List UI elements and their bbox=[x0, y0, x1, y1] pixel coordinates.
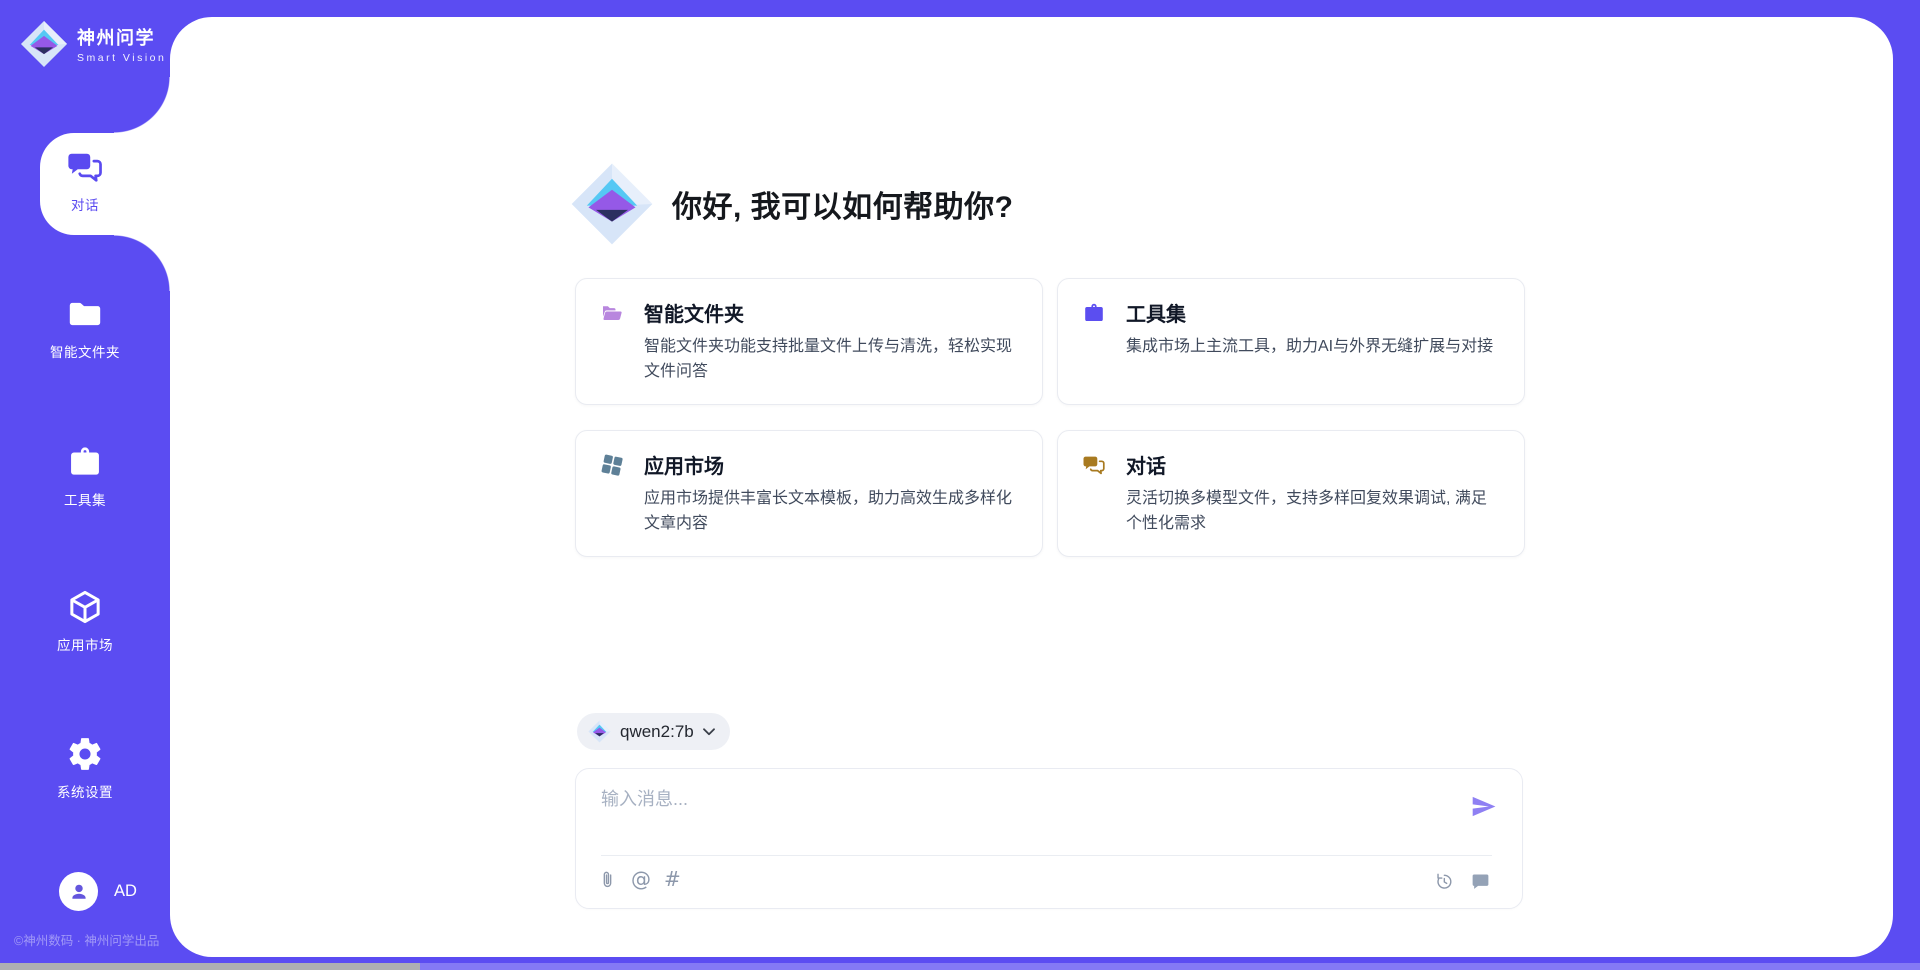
grid-icon bbox=[600, 453, 624, 477]
user-profile[interactable]: AD bbox=[59, 872, 137, 911]
app-root: 神州问学 Smart Vision 对话 智能文件夹 工具集 bbox=[0, 0, 1920, 970]
folder-open-icon bbox=[600, 301, 624, 325]
brand: 神州问学 Smart Vision bbox=[20, 20, 166, 68]
card-title: 对话 bbox=[1126, 450, 1166, 479]
chat-icon bbox=[66, 148, 104, 186]
attach-button[interactable] bbox=[597, 869, 618, 890]
sidebar-item-label: 工具集 bbox=[0, 489, 170, 509]
toolbox-icon bbox=[66, 443, 104, 481]
brand-subtitle: Smart Vision bbox=[77, 52, 166, 64]
sidebar-item-label: 系统设置 bbox=[0, 781, 170, 801]
user-initials: AD bbox=[114, 882, 137, 901]
brand-text: 神州问学 Smart Vision bbox=[77, 24, 166, 64]
sidebar-item-smart-folder[interactable]: 智能文件夹 bbox=[0, 295, 170, 361]
horizontal-scrollbar[interactable] bbox=[0, 963, 1920, 970]
model-logo-icon bbox=[588, 720, 611, 743]
sidebar-item-toolbox[interactable]: 工具集 bbox=[0, 443, 170, 509]
person-icon bbox=[67, 880, 91, 904]
hash-button[interactable]: # bbox=[664, 869, 681, 890]
history-button[interactable] bbox=[1434, 871, 1455, 892]
message-input[interactable] bbox=[599, 783, 1443, 843]
send-button[interactable] bbox=[1470, 793, 1497, 820]
card-title: 工具集 bbox=[1126, 298, 1186, 327]
sidebar-item-label: 智能文件夹 bbox=[0, 341, 170, 361]
greeting: 你好, 我可以如何帮助你? bbox=[570, 161, 1014, 247]
composer-tools-left: @ # bbox=[597, 869, 681, 890]
scrollbar-thumb[interactable] bbox=[0, 963, 420, 970]
card-title: 应用市场 bbox=[644, 450, 724, 479]
model-selector[interactable]: qwen2:7b bbox=[577, 713, 730, 750]
message-composer: @ # bbox=[575, 768, 1523, 909]
card-title: 智能文件夹 bbox=[644, 298, 744, 327]
brand-logo-icon bbox=[20, 20, 68, 68]
feature-cards: 智能文件夹 智能文件夹功能支持批量文件上传与清洗，轻松实现文件问答 工具集 集成… bbox=[575, 278, 1525, 557]
greeting-text: 你好, 我可以如何帮助你? bbox=[672, 182, 1014, 226]
sidebar: 神州问学 Smart Vision 对话 智能文件夹 工具集 bbox=[0, 0, 170, 970]
avatar bbox=[59, 872, 98, 911]
card-description: 灵活切换多模型文件，支持多样回复效果调试, 满足个性化需求 bbox=[1126, 487, 1500, 536]
folder-icon bbox=[66, 295, 104, 333]
assistant-logo-icon bbox=[570, 161, 654, 247]
content-panel: 你好, 我可以如何帮助你? 智能文件夹 智能文件夹功能支持批量文件上传与清洗，轻… bbox=[170, 17, 1893, 957]
settings-icon bbox=[66, 735, 104, 773]
card-toolbox[interactable]: 工具集 集成市场上主流工具，助力AI与外界无缝扩展与对接 bbox=[1057, 278, 1525, 405]
card-chat[interactable]: 对话 灵活切换多模型文件，支持多样回复效果调试, 满足个性化需求 bbox=[1057, 430, 1525, 557]
sidebar-item-label: 对话 bbox=[0, 194, 170, 214]
chat-bubble-icon bbox=[1470, 871, 1491, 892]
app-market-icon bbox=[66, 588, 104, 626]
sidebar-item-settings[interactable]: 系统设置 bbox=[0, 735, 170, 801]
model-name: qwen2:7b bbox=[620, 722, 694, 742]
mention-button[interactable]: @ bbox=[631, 869, 651, 890]
sidebar-item-label: 应用市场 bbox=[0, 634, 170, 654]
card-description: 智能文件夹功能支持批量文件上传与清洗，轻松实现文件问答 bbox=[644, 335, 1018, 384]
chevron-down-icon bbox=[703, 728, 715, 736]
card-app-market[interactable]: 应用市场 应用市场提供丰富长文本模板，助力高效生成多样化文章内容 bbox=[575, 430, 1043, 557]
card-description: 应用市场提供丰富长文本模板，助力高效生成多样化文章内容 bbox=[644, 487, 1018, 536]
composer-divider bbox=[601, 855, 1492, 856]
history-icon bbox=[1434, 871, 1455, 892]
send-icon bbox=[1470, 793, 1497, 820]
copyright: ©神州数码 · 神州问学出品 bbox=[14, 930, 159, 949]
brand-name: 神州问学 bbox=[77, 24, 166, 50]
paperclip-icon bbox=[597, 869, 618, 890]
sidebar-item-app-market[interactable]: 应用市场 bbox=[0, 588, 170, 654]
sidebar-item-chat[interactable]: 对话 bbox=[0, 148, 170, 214]
briefcase-icon bbox=[1082, 301, 1106, 325]
chat-icon bbox=[1082, 453, 1106, 477]
card-description: 集成市场上主流工具，助力AI与外界无缝扩展与对接 bbox=[1126, 335, 1500, 360]
chat-bubble-button[interactable] bbox=[1470, 871, 1491, 892]
composer-tools-right bbox=[1434, 871, 1491, 892]
card-smart-folder[interactable]: 智能文件夹 智能文件夹功能支持批量文件上传与清洗，轻松实现文件问答 bbox=[575, 278, 1043, 405]
